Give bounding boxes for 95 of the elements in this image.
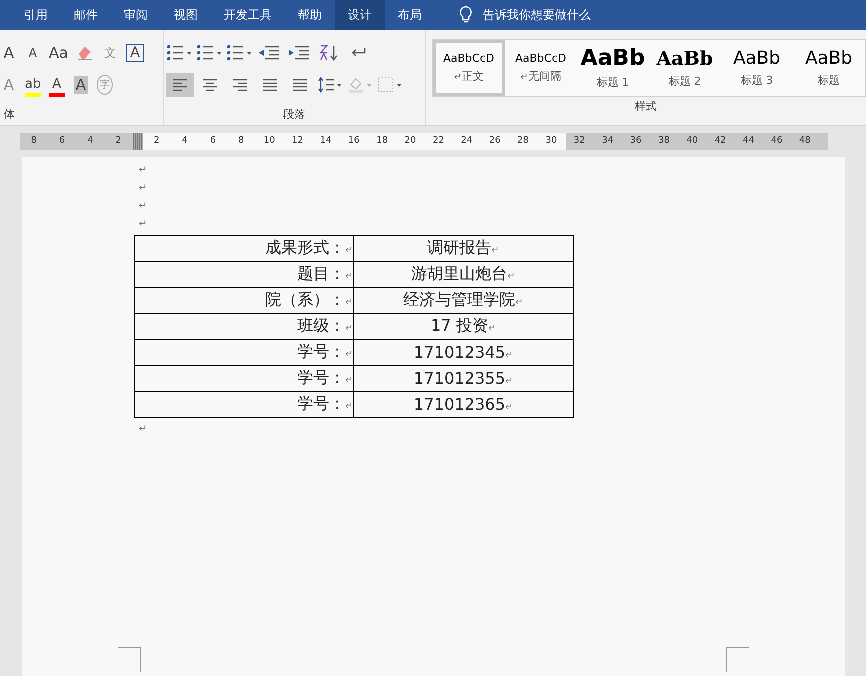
ruler-number: 8 (238, 135, 246, 148)
table-cell: 班级：↵ (134, 314, 354, 340)
style-sample: AaBb (656, 48, 714, 70)
style-label: 标题 2 (668, 74, 702, 88)
ruler-number: 2 (114, 135, 123, 148)
borders-icon (376, 76, 403, 94)
ruler-number: 44 (742, 135, 756, 148)
margin-marker[interactable] (132, 133, 143, 150)
text-color-button[interactable]: ab (22, 71, 44, 99)
ruler-number: 20 (404, 135, 418, 148)
ribbon-tab[interactable]: 设计 (335, 0, 385, 30)
table-cell: 题目：↵ (134, 262, 354, 288)
table-cell: 17 投资↵ (354, 314, 574, 340)
table-cell: 院（系）：↵ (134, 288, 354, 314)
paragraph-mark: ↵ (139, 200, 148, 214)
text-color-button[interactable]: A (46, 71, 68, 99)
table-cell: 171012365↵ (354, 392, 574, 418)
ruler-number: 30 (544, 135, 558, 148)
style-label: 标题 1 (596, 75, 630, 90)
ruler-number: 40 (686, 135, 700, 148)
ruler-number: 34 (601, 135, 615, 148)
ribbon-tab[interactable]: 审阅 (111, 0, 161, 30)
style-label: ↵无间隔 (520, 69, 562, 84)
ruler-number: 48 (798, 135, 812, 148)
style-item[interactable]: AaBbCcD ↵无间隔 (505, 40, 577, 96)
table-cell: 171012355↵ (354, 366, 574, 392)
ruler-number: 42 (714, 135, 728, 148)
ruler-number: 4 (86, 135, 94, 148)
style-sample: AaBb (733, 48, 781, 69)
ribbon-tab[interactable]: 邮件 (61, 0, 111, 30)
group-label: 样式 (634, 99, 658, 115)
ruler-number: 10 (262, 135, 276, 148)
paragraph-mark: ↵ (139, 423, 148, 437)
group-label: 段落 (282, 107, 306, 123)
shading-icon (346, 76, 373, 94)
ruler-number: 6 (58, 135, 66, 148)
align-left-button[interactable] (166, 73, 194, 97)
style-label: 标题 (818, 73, 840, 88)
character-shading-button[interactable]: A (70, 71, 92, 99)
style-label: 标题 3 (740, 73, 774, 88)
table-cell: 学号：↵ (134, 392, 354, 418)
ruler-number: 2 (152, 135, 161, 148)
style-sample: AaBbCcD (516, 52, 566, 65)
style-item[interactable]: AaBb 标题 (793, 40, 865, 96)
grow-font-button[interactable]: A (0, 41, 20, 65)
ruler-number: 6 (209, 135, 218, 148)
style-sample: AaBb (580, 46, 646, 71)
ruler-number: 26 (488, 135, 502, 148)
lightbulb-icon (459, 6, 473, 24)
ruler-number: 16 (347, 135, 361, 148)
shrink-font-button[interactable]: A (22, 41, 44, 65)
change-case-button[interactable]: Aa (46, 41, 72, 65)
ruler-number: 24 (460, 135, 474, 148)
table-cell: 171012345↵ (354, 340, 574, 366)
paragraph-mark: ↵ (139, 164, 148, 178)
ruler-number: 4 (181, 135, 189, 148)
style-item[interactable]: AaBb 标题 3 (721, 40, 793, 96)
list-icon (196, 44, 223, 62)
table-cell: 学号：↵ (134, 340, 354, 366)
style-item[interactable]: AaBb 标题 1 (577, 40, 649, 96)
list-icon (166, 44, 193, 62)
ribbon-tab[interactable]: 帮助 (285, 0, 335, 30)
ruler-number: 8 (30, 135, 38, 148)
ruler-number: 22 (432, 135, 446, 148)
table-cell: 成果形式：↵ (134, 236, 354, 262)
ruler-number: 18 (376, 135, 390, 148)
list-icon (226, 44, 253, 62)
table-cell: 调研报告↵ (354, 236, 574, 262)
tell-me-field[interactable]: 告诉我你想要做什么 (481, 7, 685, 23)
ribbon-tab[interactable]: 布局 (385, 0, 435, 30)
paragraph-mark: ↵ (139, 182, 148, 196)
ruler-number: 38 (657, 135, 671, 148)
crop-mark (118, 647, 141, 672)
style-item[interactable]: AaBb 标题 2 (649, 40, 721, 96)
ruler-number: 28 (516, 135, 530, 148)
paragraph-mark: ↵ (139, 218, 148, 232)
group-label: 体 (3, 107, 16, 123)
ribbon-tab[interactable]: 视图 (161, 0, 211, 30)
ruler-number: 14 (319, 135, 333, 148)
style-sample: AaBbCcD (444, 52, 494, 65)
ruler-number: 32 (572, 135, 586, 148)
spacing-icon (316, 76, 343, 94)
style-sample: AaBb (805, 48, 853, 69)
table-cell: 经济与管理学院↵ (354, 288, 574, 314)
eraser-icon (76, 45, 94, 61)
ribbon-tab[interactable]: 开发工具 (211, 0, 285, 30)
ribbon-tab[interactable]: 引用 (11, 0, 61, 30)
table-cell: 学号：↵ (134, 366, 354, 392)
ruler-number: 46 (770, 135, 784, 148)
crop-mark (726, 647, 749, 672)
style-label: ↵正文 (454, 69, 484, 84)
style-item[interactable]: AaBbCcD ↵正文 (433, 40, 505, 96)
ruler-number: 36 (629, 135, 643, 148)
table-cell: 游胡里山炮台↵ (354, 262, 574, 288)
ruler-number: 12 (291, 135, 304, 148)
